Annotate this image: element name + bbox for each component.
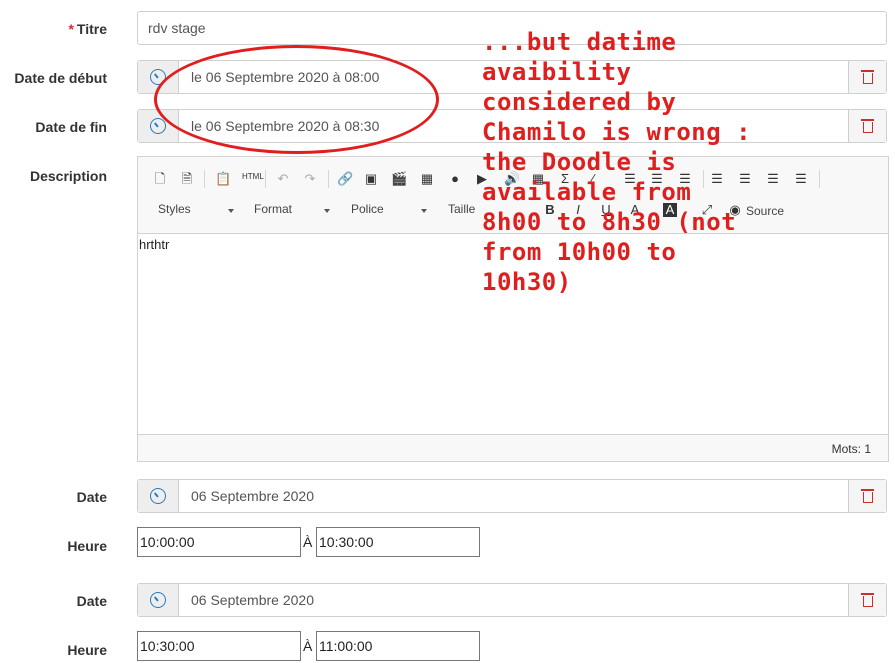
title-value: rdv stage	[148, 20, 206, 36]
slot2-time-start[interactable]: 10:30:00	[137, 631, 301, 661]
slot1-date-value[interactable]: 06 Septembre 2020	[179, 480, 848, 512]
word-count: Mots: 1	[831, 442, 871, 456]
slot2-time-label: Heure	[67, 642, 107, 658]
format-combo-label: Format	[254, 202, 293, 216]
paste-icon[interactable]: 📋	[215, 172, 231, 186]
slot2-clock-button[interactable]	[138, 584, 179, 616]
title-label: * Titre	[0, 21, 107, 37]
end-delete-button[interactable]	[848, 110, 886, 142]
required-mark: *	[68, 21, 74, 37]
toolbar-separator	[204, 170, 205, 188]
slot1-time-label: Heure	[67, 538, 107, 554]
flash-icon[interactable]: ▦	[420, 172, 434, 186]
slot1-time-separator: À	[303, 534, 313, 550]
font-combo-label: Police	[351, 202, 384, 216]
slot2-time-separator: À	[303, 638, 313, 654]
redo-icon[interactable]: ↷	[303, 172, 317, 186]
annotation-ellipse	[154, 45, 439, 154]
toolbar-separator	[328, 170, 329, 188]
chevron-down-icon	[228, 209, 234, 213]
editor-footer: Mots: 1	[138, 434, 888, 461]
clock-icon	[150, 592, 166, 608]
new-page-icon[interactable]: 🗋	[153, 172, 167, 186]
chevron-down-icon	[421, 209, 427, 213]
clock-icon	[150, 488, 166, 504]
format-combo[interactable]: Format	[254, 202, 334, 216]
end-date-label: Date de fin	[35, 119, 107, 135]
font-combo[interactable]: Police	[351, 202, 431, 216]
slot1-time-end[interactable]: 10:30:00	[316, 527, 480, 557]
link-icon[interactable]: 🔗	[337, 172, 353, 186]
styles-combo[interactable]: Styles	[158, 202, 238, 216]
description-label: Description	[29, 168, 107, 184]
slot2-date-label: Date	[76, 593, 107, 609]
trash-icon	[860, 593, 874, 607]
slot1-delete-button[interactable]	[848, 480, 886, 512]
size-combo-label: Taille	[448, 202, 476, 216]
slot2-date-picker[interactable]: 06 Septembre 2020	[137, 583, 887, 617]
slot1-date-picker[interactable]: 06 Septembre 2020	[137, 479, 887, 513]
trash-icon	[860, 489, 874, 503]
image-icon[interactable]: ▣	[364, 172, 378, 186]
trash-icon	[860, 119, 874, 133]
styles-combo-label: Styles	[158, 202, 191, 216]
slot1-time-start[interactable]: 10:00:00	[137, 527, 301, 557]
title-label-text: Titre	[76, 21, 107, 37]
toolbar-separator	[265, 170, 266, 188]
chevron-down-icon	[324, 209, 330, 213]
start-delete-button[interactable]	[848, 61, 886, 93]
compass-icon[interactable]: ●	[448, 172, 462, 186]
slot2-time-end[interactable]: 11:00:00	[316, 631, 480, 661]
slot2-date-value[interactable]: 06 Septembre 2020	[179, 584, 848, 616]
start-date-label: Date de début	[14, 70, 107, 86]
undo-icon[interactable]: ↶	[276, 172, 290, 186]
templates-icon[interactable]: 🗎	[180, 172, 194, 186]
slot1-date-label: Date	[76, 489, 107, 505]
video-icon[interactable]: 🎬	[391, 172, 407, 186]
trash-icon	[860, 70, 874, 84]
paste-html-icon[interactable]: HTML	[242, 170, 264, 184]
slot1-clock-button[interactable]	[138, 480, 179, 512]
clock-icon	[150, 118, 166, 134]
annotation-text: ...but datime avaibility considered by C…	[482, 28, 752, 296]
slot2-delete-button[interactable]	[848, 584, 886, 616]
